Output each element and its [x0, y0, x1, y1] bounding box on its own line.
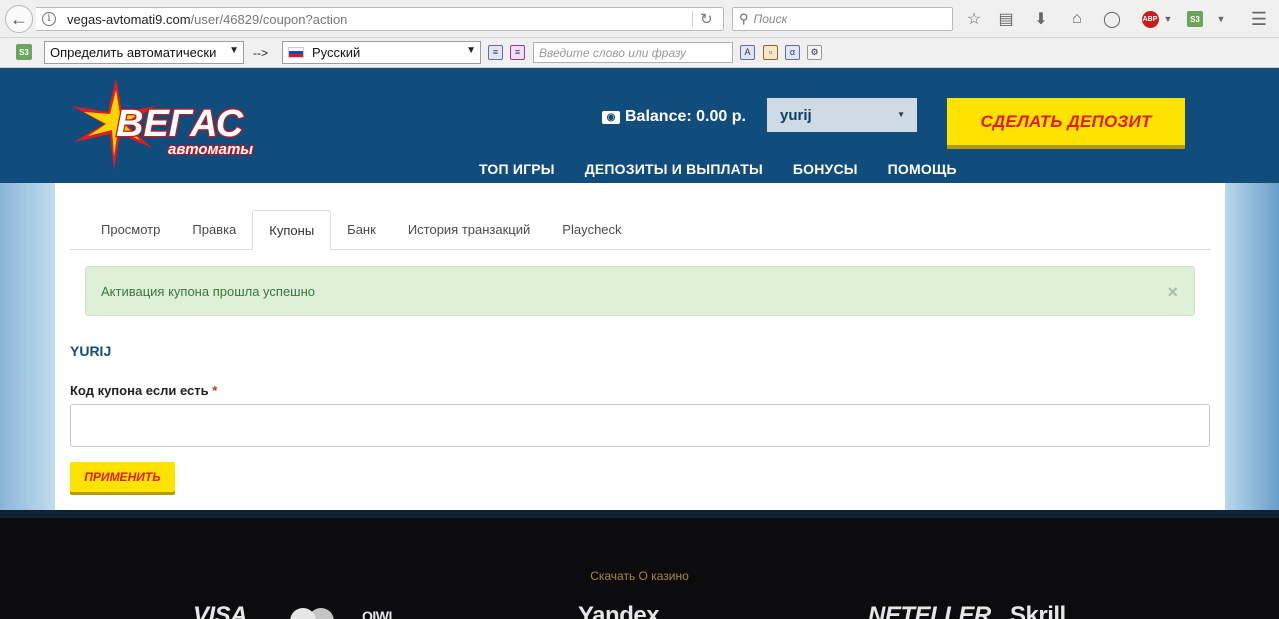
deposit-button[interactable]: СДЕЛАТЬ ДЕПОЗИТ	[947, 98, 1185, 145]
nav-help[interactable]: ПОМОЩЬ	[888, 161, 957, 177]
settings-icon[interactable]: ⚙	[807, 45, 822, 60]
footer-links[interactable]: Скачать О казино	[0, 569, 1279, 583]
tab-coupons[interactable]: Купоны	[252, 210, 332, 251]
address-bar[interactable]: i vegas-avtomati9.com/user/46829/coupon?…	[36, 7, 724, 31]
source-language-value: Определить автоматически	[50, 45, 217, 60]
page-title: YURIJ	[70, 343, 112, 359]
background-decoration-right	[1225, 183, 1279, 510]
translate-page-icon[interactable]: ≡	[488, 45, 503, 60]
coupon-field-label: Код купона если есть *	[70, 383, 217, 398]
required-mark: *	[212, 383, 218, 398]
translate-text-icon[interactable]: α	[785, 45, 800, 60]
nav-bonuses[interactable]: БОНУСЫ	[793, 161, 858, 177]
nav-top-games[interactable]: ТОП ИГРЫ	[479, 161, 555, 177]
back-button[interactable]: ←	[5, 5, 33, 33]
tab-playcheck[interactable]: Playcheck	[546, 210, 637, 250]
payment-logos: VISA QIWI Yandex NETELLER Skrill	[0, 602, 1279, 619]
balance-text: Balance: 0.00 р.	[625, 108, 746, 125]
main-content: Просмотр Правка Купоны Банк История тран…	[55, 183, 1225, 510]
home-icon[interactable]: ⌂	[1067, 9, 1087, 29]
search-icon: ⚲	[739, 11, 749, 26]
close-icon[interactable]: ×	[1167, 283, 1178, 301]
balance-display: ◉ Balance: 0.00 р.	[602, 108, 746, 126]
tab-view[interactable]: Просмотр	[70, 210, 176, 250]
adblock-badge: ABP	[1141, 10, 1159, 28]
dictionary-icon[interactable]: ≡	[510, 45, 525, 60]
back-arrow-icon: ←	[10, 9, 28, 29]
s3-badge: S3	[1187, 11, 1203, 27]
nav-deposits-withdrawals[interactable]: ДЕПОЗИТЫ И ВЫПЛАТЫ	[585, 161, 763, 177]
coupon-code-input[interactable]	[70, 404, 1210, 447]
logo-main-text: ВЕГАС	[116, 103, 244, 145]
chevron-down-icon: ▼	[466, 45, 476, 56]
translate-direction-arrow: -->	[253, 46, 268, 60]
user-dropdown-value: yurij	[780, 106, 812, 124]
alert-message: Активация купона прошла успешно	[101, 283, 316, 299]
mastercard-logo	[290, 608, 334, 619]
tab-edit[interactable]: Правка	[176, 210, 252, 250]
target-language-select[interactable]: Русский ▼	[282, 41, 481, 64]
url-host: vegas-avtomati9.com	[67, 11, 191, 27]
site-footer: Скачать О казино VISA QIWI Yandex NETELL…	[0, 518, 1279, 619]
url-divider	[692, 11, 693, 27]
tab-bank[interactable]: Банк	[331, 210, 392, 250]
source-language-select[interactable]: Определить автоматически ▼	[44, 41, 244, 64]
logo-sub-text: автоматы	[168, 141, 253, 158]
translate-toolbar: S3 Определить автоматически ▼ --> Русски…	[0, 38, 1279, 68]
font-icon[interactable]: A	[740, 45, 755, 60]
footer-divider	[0, 510, 1279, 518]
tab-transaction-history[interactable]: История транзакций	[392, 210, 546, 250]
bookmark-star-icon[interactable]: ☆	[964, 9, 984, 29]
visa-logo: VISA	[193, 602, 248, 619]
reading-list-icon[interactable]: ▤	[996, 9, 1016, 29]
skrill-logo: Skrill	[1010, 602, 1066, 619]
coupon-label-text: Код купона если есть	[70, 383, 209, 398]
s3-toolbar-badge: S3	[16, 44, 32, 60]
vegas-logo[interactable]: ВЕГАС автоматы	[70, 76, 260, 171]
s3-dropdown-icon[interactable]: ▼	[1211, 9, 1231, 29]
qiwi-logo: QIWI	[362, 608, 392, 619]
adblock-dropdown-icon[interactable]: ▼	[1158, 9, 1178, 29]
apply-button[interactable]: ПРИМЕНИТЬ	[70, 462, 175, 492]
main-nav: ТОП ИГРЫ ДЕПОЗИТЫ И ВЫПЛАТЫ БОНУСЫ ПОМОЩ…	[479, 161, 957, 177]
browser-search-input[interactable]: ⚲ Поиск	[732, 7, 953, 31]
menu-icon[interactable]: ☰	[1249, 9, 1269, 29]
chevron-down-icon: ▼	[229, 45, 239, 56]
target-language-value: Русский	[312, 45, 361, 60]
download-icon[interactable]: ⬇	[1031, 9, 1051, 29]
money-icon: ◉	[602, 110, 620, 124]
clipboard-icon[interactable]: ▫	[763, 45, 778, 60]
chevron-down-icon: ▼	[897, 110, 905, 119]
account-tabs: Просмотр Правка Купоны Банк История тран…	[70, 210, 1211, 251]
search-placeholder: Поиск	[753, 12, 788, 26]
success-alert: Активация купона прошла успешно ×	[85, 266, 1195, 316]
user-dropdown[interactable]: yurij ▼	[767, 98, 917, 132]
s3-toolbar-icon[interactable]: S3	[14, 42, 34, 62]
background-decoration-left	[0, 183, 55, 510]
info-icon[interactable]: i	[42, 12, 56, 26]
pocket-icon[interactable]: ◯	[1102, 9, 1122, 29]
s3-extension-icon[interactable]: S3	[1185, 9, 1205, 29]
phrase-input[interactable]: Введите слово или фразу	[533, 42, 733, 63]
site-header: ВЕГАС автоматы ◉ Balance: 0.00 р. yurij …	[0, 68, 1279, 183]
browser-toolbar: ← i vegas-avtomati9.com/user/46829/coupo…	[0, 0, 1279, 38]
phrase-placeholder: Введите слово или фразу	[539, 45, 687, 60]
yandex-logo: Yandex	[578, 602, 660, 619]
russian-flag-icon	[288, 47, 304, 58]
neteller-logo: NETELLER	[868, 602, 991, 619]
reload-icon[interactable]: ↻	[700, 10, 713, 28]
adblock-icon[interactable]: ABP	[1140, 9, 1160, 29]
url-path: /user/46829/coupon?action	[190, 11, 348, 27]
